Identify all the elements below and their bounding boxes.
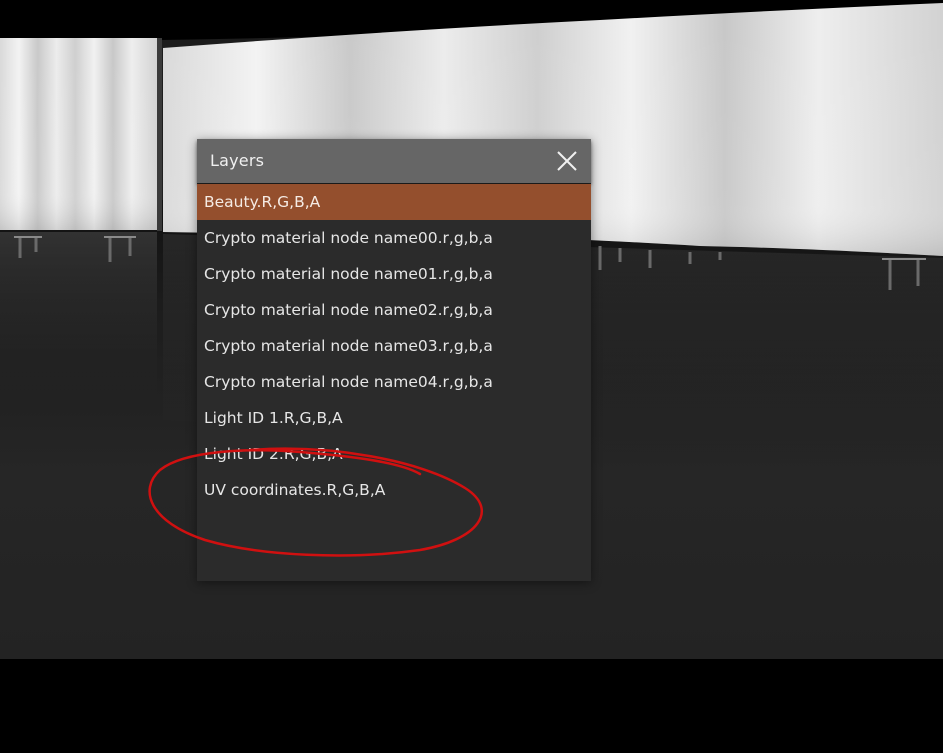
layer-item-label: Crypto material node name04.r,g,b,a — [204, 373, 493, 391]
layer-item-label: Light ID 1.R,G,B,A — [204, 409, 343, 427]
layer-item-uv-coordinates[interactable]: UV coordinates.R,G,B,A — [197, 472, 591, 508]
render-viewer: Layers Beauty.R,G,B,A Crypto material no… — [0, 0, 943, 753]
layer-item-crypto-03[interactable]: Crypto material node name03.r,g,b,a — [197, 328, 591, 364]
layers-panel: Layers Beauty.R,G,B,A Crypto material no… — [197, 139, 591, 581]
panel-header: Layers — [197, 139, 591, 183]
layer-item-label: Crypto material node name02.r,g,b,a — [204, 301, 493, 319]
layer-item-crypto-00[interactable]: Crypto material node name00.r,g,b,a — [197, 220, 591, 256]
layer-item-crypto-01[interactable]: Crypto material node name01.r,g,b,a — [197, 256, 591, 292]
layer-item-crypto-02[interactable]: Crypto material node name02.r,g,b,a — [197, 292, 591, 328]
bottom-black-bar — [0, 659, 943, 753]
layer-item-beauty[interactable]: Beauty.R,G,B,A — [197, 184, 591, 220]
layer-list: Beauty.R,G,B,A Crypto material node name… — [197, 184, 591, 508]
layer-item-label: Light ID 2.R,G,B,A — [204, 445, 343, 463]
layer-item-label: UV coordinates.R,G,B,A — [204, 481, 386, 499]
layer-item-label: Beauty.R,G,B,A — [204, 193, 321, 211]
panel-title: Layers — [210, 151, 265, 170]
close-button[interactable] — [554, 148, 580, 174]
layer-item-light-id-1[interactable]: Light ID 1.R,G,B,A — [197, 400, 591, 436]
layer-item-crypto-04[interactable]: Crypto material node name04.r,g,b,a — [197, 364, 591, 400]
layer-item-label: Crypto material node name00.r,g,b,a — [204, 229, 493, 247]
layer-item-label: Crypto material node name01.r,g,b,a — [204, 265, 493, 283]
layer-item-light-id-2[interactable]: Light ID 2.R,G,B,A — [197, 436, 591, 472]
close-icon — [557, 151, 577, 171]
layer-item-label: Crypto material node name03.r,g,b,a — [204, 337, 493, 355]
